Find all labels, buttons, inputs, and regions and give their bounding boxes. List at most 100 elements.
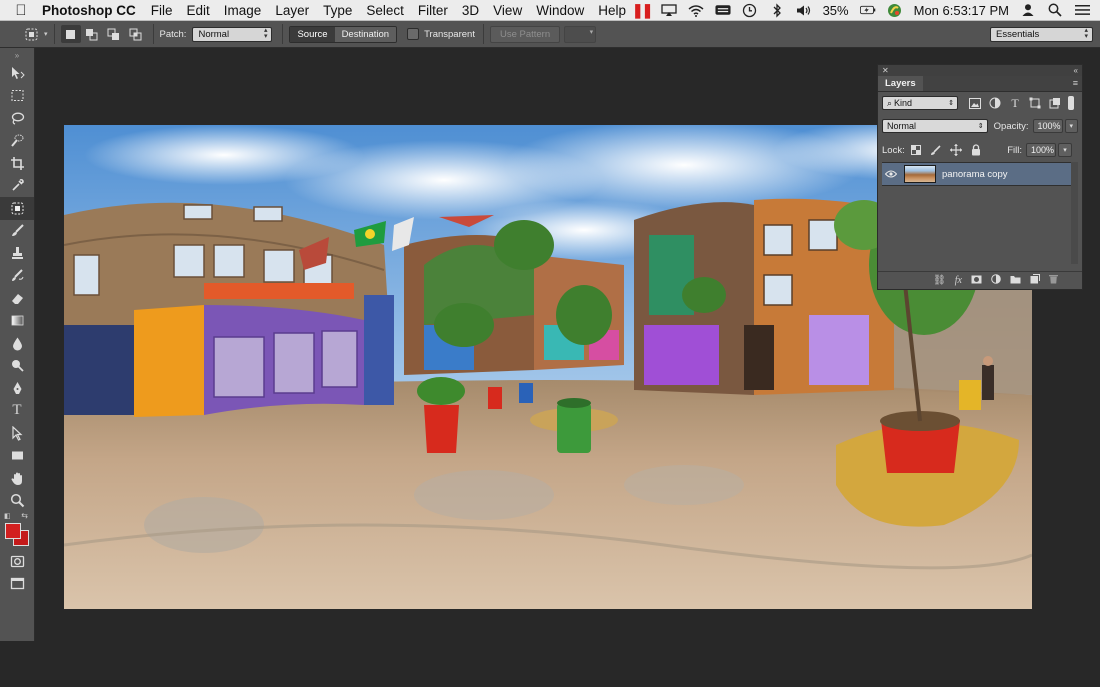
brush-tool-icon[interactable] xyxy=(0,220,34,243)
quick-selection-tool-icon[interactable] xyxy=(0,130,34,153)
battery-charging-icon[interactable] xyxy=(859,2,876,18)
filter-kind-select[interactable]: ⌕ Kind ⇕ xyxy=(882,96,958,110)
patch-label: Patch: xyxy=(159,28,187,40)
menu-help[interactable]: Help xyxy=(598,3,626,18)
pen-tool-icon[interactable] xyxy=(0,377,34,400)
source-button[interactable]: Source xyxy=(290,26,335,42)
tools-collapse-icon[interactable]: » xyxy=(0,48,34,62)
path-selection-tool-icon[interactable] xyxy=(0,422,34,445)
patch-mode-value: Normal xyxy=(198,28,230,40)
menu-type[interactable]: Type xyxy=(323,3,352,18)
pattern-picker[interactable]: ▾ xyxy=(564,25,597,43)
volume-icon[interactable] xyxy=(796,2,812,18)
menu-layer[interactable]: Layer xyxy=(275,3,309,18)
menu-file[interactable]: File xyxy=(151,3,173,18)
notification-center-icon[interactable] xyxy=(1074,2,1090,18)
close-panel-icon[interactable]: ✕ xyxy=(882,66,889,75)
foreground-color-swatch[interactable] xyxy=(5,523,21,539)
opacity-slider-toggle[interactable]: ▾ xyxy=(1064,119,1078,133)
smart-object-filter-icon[interactable] xyxy=(1048,96,1062,110)
layer-style-fx-icon[interactable]: fx xyxy=(955,275,962,286)
move-tool-icon[interactable] xyxy=(0,62,34,85)
user-icon[interactable] xyxy=(1020,2,1036,18)
eyedropper-tool-icon[interactable] xyxy=(0,175,34,198)
destination-button[interactable]: Destination xyxy=(334,26,397,42)
lock-position-icon[interactable] xyxy=(949,143,963,157)
new-selection-icon[interactable] xyxy=(60,25,81,43)
time-machine-icon[interactable] xyxy=(742,2,758,18)
delete-layer-trash-icon[interactable] xyxy=(1049,274,1058,287)
layer-name[interactable]: panorama copy xyxy=(942,169,1007,180)
intersect-selection-icon[interactable] xyxy=(125,25,147,43)
app-extension-icon[interactable] xyxy=(887,2,903,18)
rectangle-tool-icon[interactable] xyxy=(0,445,34,468)
shape-layer-filter-icon[interactable] xyxy=(1028,96,1042,110)
new-group-folder-icon[interactable] xyxy=(1010,275,1021,287)
filter-toggle-switch[interactable] xyxy=(1068,96,1074,110)
wifi-icon[interactable] xyxy=(688,2,704,18)
lock-image-pixels-icon[interactable] xyxy=(929,143,943,157)
layer-visibility-eye-icon[interactable] xyxy=(882,170,900,178)
patch-mode-select[interactable]: Normal ▴ ▾ xyxy=(192,26,273,42)
patch-tool-preset-icon[interactable] xyxy=(20,25,42,43)
subtract-from-selection-icon[interactable] xyxy=(103,25,125,43)
workspace-select[interactable]: Essentials ▴ ▾ xyxy=(990,26,1093,42)
battery-percent[interactable]: 35% xyxy=(823,3,849,18)
fill-slider-toggle[interactable]: ▾ xyxy=(1058,143,1072,157)
menu-window[interactable]: Window xyxy=(536,3,584,18)
transparent-checkbox[interactable] xyxy=(407,28,420,40)
hand-tool-icon[interactable] xyxy=(0,467,34,490)
layers-scrollbar[interactable] xyxy=(1071,162,1078,264)
history-brush-tool-icon[interactable] xyxy=(0,265,34,288)
crop-tool-icon[interactable] xyxy=(0,152,34,175)
transparent-option[interactable]: Transparent xyxy=(407,28,475,40)
lasso-tool-icon[interactable] xyxy=(0,107,34,130)
clone-stamp-tool-icon[interactable] xyxy=(0,242,34,265)
pixel-layer-filter-icon[interactable] xyxy=(968,96,982,110)
fill-input[interactable]: 100% xyxy=(1026,143,1056,157)
app-menu[interactable]: Photoshop CC xyxy=(42,3,136,18)
recording-pause-icon[interactable]: ❚❚ xyxy=(632,2,653,18)
menu-image[interactable]: Image xyxy=(224,3,262,18)
blend-mode-select[interactable]: Normal ⇕ xyxy=(882,119,988,133)
blur-tool-icon[interactable] xyxy=(0,332,34,355)
add-mask-icon[interactable] xyxy=(971,275,982,287)
dodge-tool-icon[interactable] xyxy=(0,355,34,378)
preset-dropdown-icon[interactable]: ▾ xyxy=(44,30,48,38)
marquee-tool-icon[interactable] xyxy=(0,85,34,108)
panel-menu-icon[interactable]: ≡ xyxy=(1073,78,1078,88)
menu-select[interactable]: Select xyxy=(366,3,404,18)
lock-all-icon[interactable] xyxy=(969,143,983,157)
swap-colors-icon[interactable]: ⇆ xyxy=(21,511,28,520)
default-colors-icon[interactable]: ◧ xyxy=(4,512,11,520)
opacity-input[interactable]: 100% xyxy=(1032,119,1063,133)
menu-view[interactable]: View xyxy=(493,3,522,18)
lock-transparent-pixels-icon[interactable] xyxy=(909,143,923,157)
screen-mode-icon[interactable] xyxy=(0,573,34,596)
type-layer-filter-icon[interactable]: T xyxy=(1008,96,1022,110)
airplay-icon[interactable] xyxy=(660,2,677,18)
keyboard-icon[interactable] xyxy=(715,2,731,18)
eraser-tool-icon[interactable] xyxy=(0,287,34,310)
collapse-panel-icon[interactable]: « xyxy=(1074,66,1078,75)
menu-filter[interactable]: Filter xyxy=(418,3,448,18)
adjustment-layer-filter-icon[interactable] xyxy=(988,96,1002,110)
clock[interactable]: Mon 6:53:17 PM xyxy=(914,3,1009,18)
layer-row[interactable]: panorama copy xyxy=(882,162,1072,186)
link-layers-icon[interactable]: ⛓ xyxy=(933,275,946,286)
new-layer-icon[interactable] xyxy=(1030,274,1040,287)
add-to-selection-icon[interactable] xyxy=(81,25,103,43)
quick-mask-icon[interactable] xyxy=(0,550,34,573)
menu-edit[interactable]: Edit xyxy=(187,3,210,18)
patch-tool-icon[interactable] xyxy=(0,197,34,220)
use-pattern-button[interactable]: Use Pattern xyxy=(489,25,561,43)
type-tool-icon[interactable]: T xyxy=(0,400,34,423)
tab-layers[interactable]: Layers xyxy=(878,76,923,91)
gradient-tool-icon[interactable] xyxy=(0,310,34,333)
apple-icon[interactable]:  xyxy=(6,2,36,19)
menu-3d[interactable]: 3D xyxy=(462,3,479,18)
zoom-tool-icon[interactable] xyxy=(0,490,34,513)
spotlight-search-icon[interactable] xyxy=(1047,2,1063,18)
bluetooth-icon[interactable] xyxy=(769,2,785,18)
new-adjustment-layer-icon[interactable] xyxy=(991,274,1001,287)
